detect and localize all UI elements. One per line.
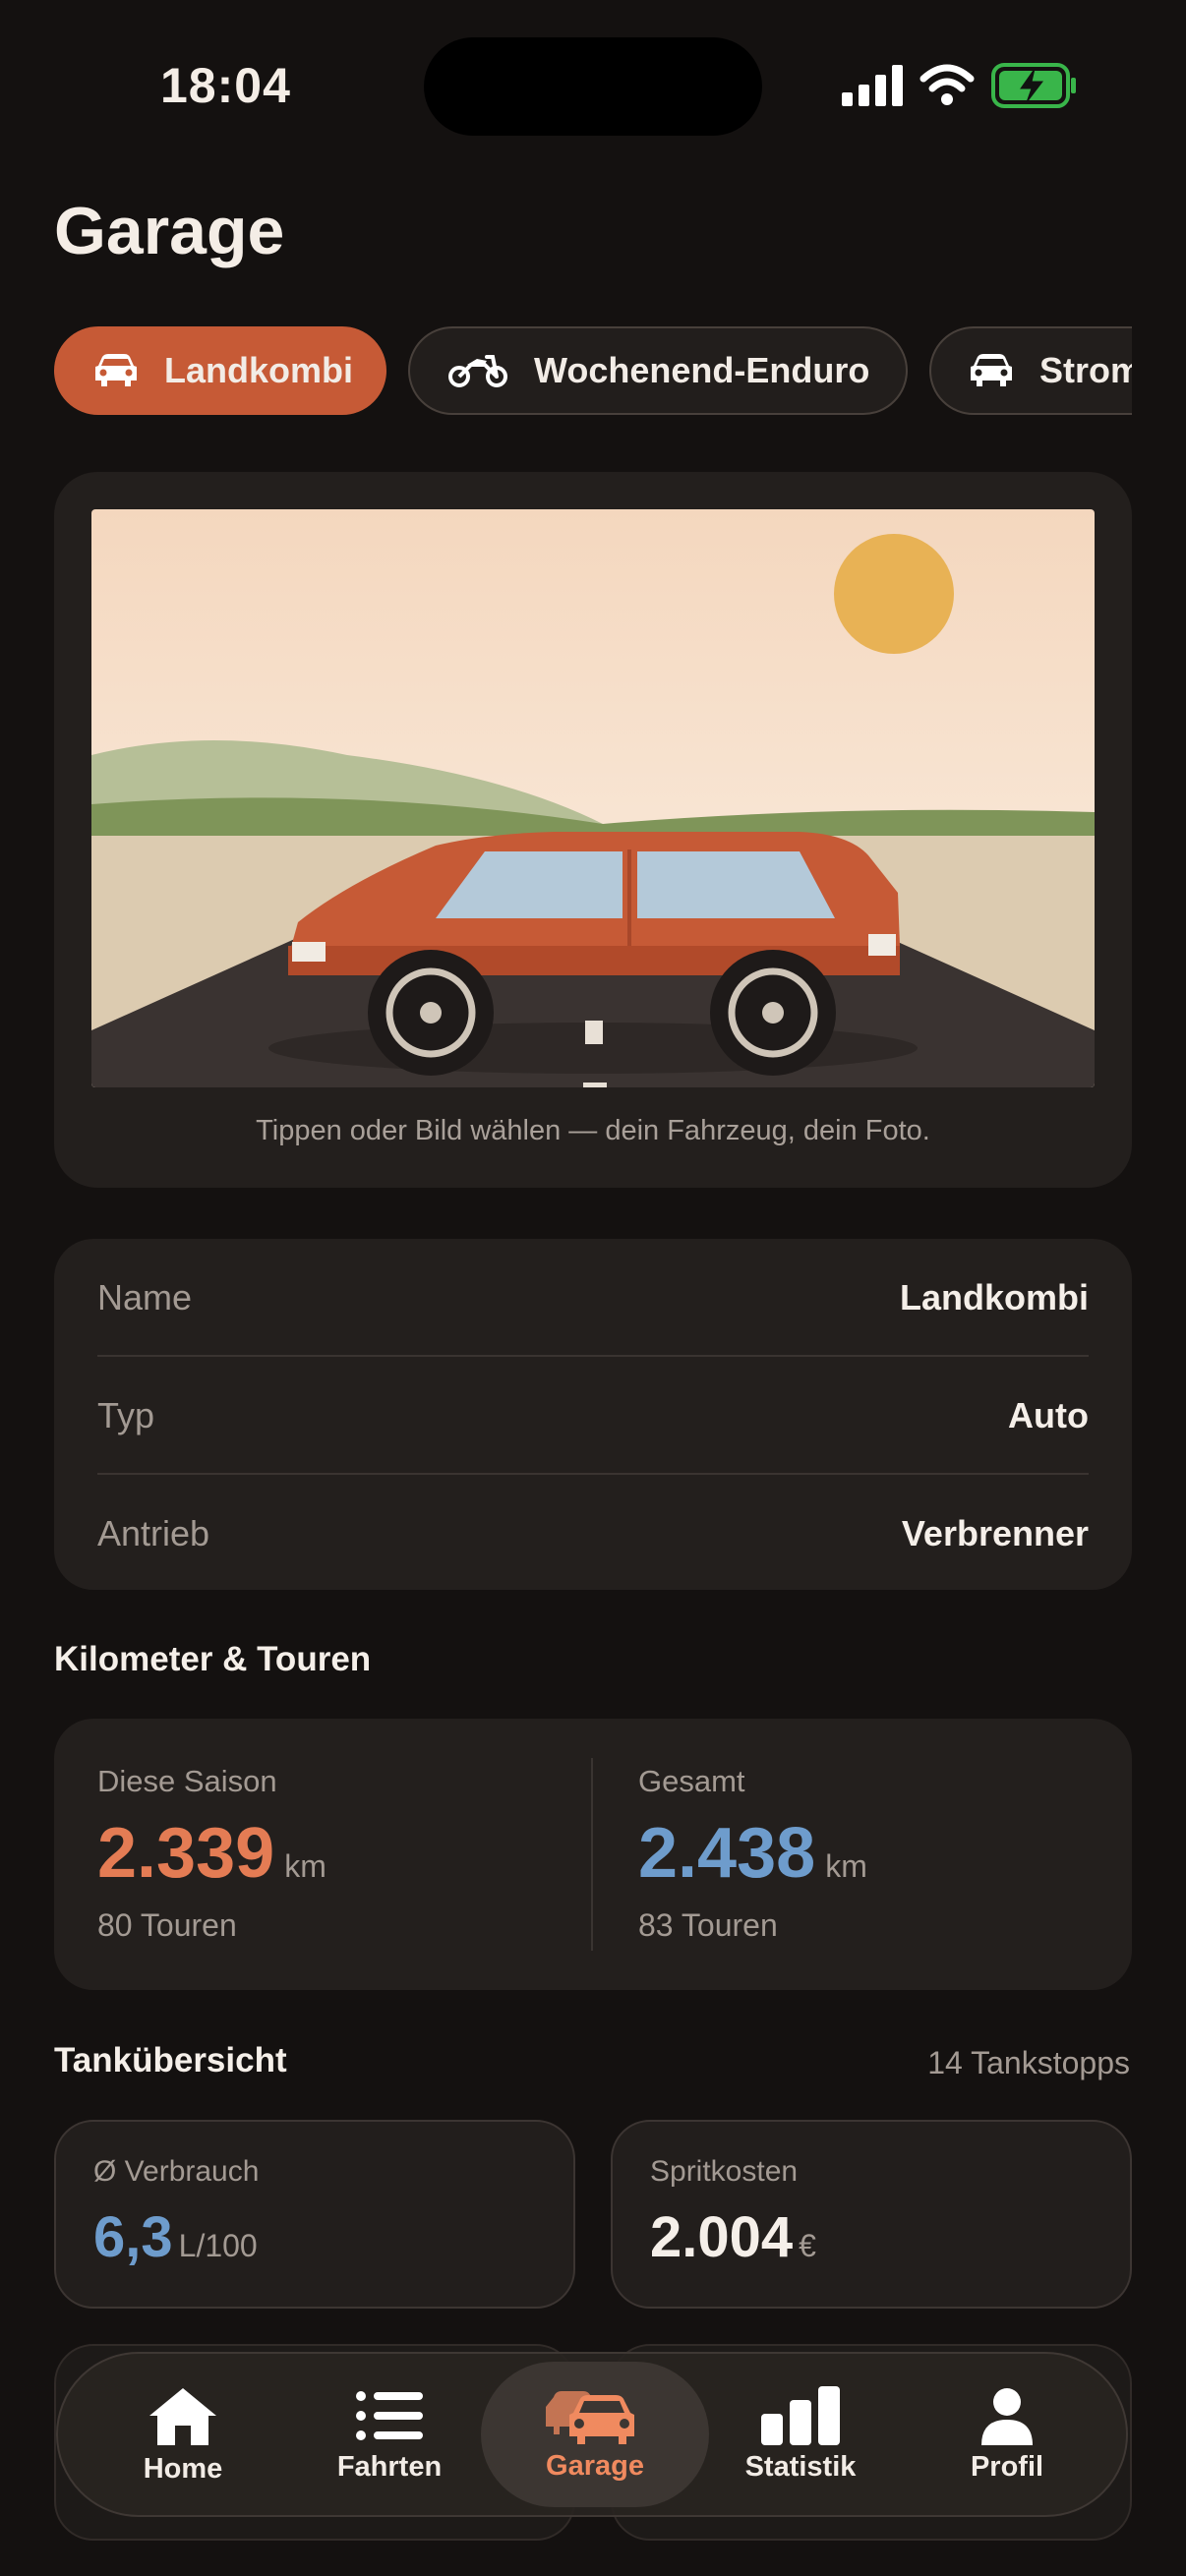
- detail-value: Verbrenner: [901, 1513, 1089, 1553]
- detail-label: Typ: [97, 1395, 155, 1435]
- car-icon: [971, 354, 1012, 386]
- detail-label: Antrieb: [97, 1513, 210, 1553]
- vehicle-chip-landkombi[interactable]: Landkombi: [54, 326, 386, 415]
- photo-caption: Tippen oder Bild wählen — dein Fahrzeug,…: [256, 1115, 930, 1146]
- status-time: 18:04: [160, 58, 291, 113]
- consumption: 6,3 L/100: [93, 2204, 258, 2270]
- vehicle-details-card: Name Landkombi Typ Auto Antrieb Verbrenn…: [54, 1239, 1132, 1590]
- tab-profil[interactable]: Profil: [904, 2354, 1110, 2515]
- season-km-unit: km: [284, 1848, 326, 1884]
- detail-value: Auto: [1008, 1395, 1089, 1435]
- consumption-label: Ø Verbrauch: [93, 2155, 260, 2188]
- detail-value: Landkombi: [899, 1277, 1089, 1317]
- detail-row-name[interactable]: Name Landkombi: [97, 1239, 1089, 1357]
- tab-home[interactable]: Home: [80, 2354, 286, 2515]
- consumption-value: 6,3: [93, 2205, 173, 2269]
- total-km-unit: km: [825, 1848, 867, 1884]
- divider: [591, 1758, 593, 1951]
- total-km-value: 2.438: [638, 1814, 816, 1893]
- tab-statistik[interactable]: Statistik: [697, 2354, 904, 2515]
- tab-label: Profil: [970, 2450, 1044, 2483]
- list-icon: [356, 2390, 423, 2440]
- car-icon: [95, 354, 137, 386]
- season-label: Diese Saison: [97, 1764, 277, 1798]
- total-label: Gesamt: [638, 1764, 745, 1798]
- total-km: 2.438 km: [638, 1813, 867, 1894]
- tab-label: Garage: [546, 2449, 644, 2482]
- consumption-card[interactable]: Ø Verbrauch 6,3 L/100: [54, 2120, 575, 2309]
- signal-icon: [842, 65, 903, 106]
- fuel-costs-label: Spritkosten: [650, 2155, 799, 2188]
- detail-row-antrieb[interactable]: Antrieb Verbrenner: [97, 1475, 1089, 1593]
- tab-bar: Home Fahrten Garage Statistik Profil: [56, 2352, 1128, 2517]
- detail-label: Name: [97, 1277, 193, 1317]
- tab-label: Statistik: [744, 2450, 857, 2483]
- tab-label: Home: [143, 2452, 223, 2485]
- vehicle-chip-label: Landkombi: [164, 350, 354, 390]
- vehicle-chip-label: Strom: [1039, 350, 1132, 390]
- total-tours: 83 Touren: [638, 1907, 778, 1943]
- tab-fahrten[interactable]: Fahrten: [286, 2354, 493, 2515]
- vehicle-selector: Landkombi Wochenend-Enduro Strom: [54, 326, 1132, 419]
- person-icon: [981, 2387, 1033, 2445]
- fuel-section-title: Tankübersicht: [54, 2041, 287, 2079]
- fuel-costs-card[interactable]: Spritkosten 2.004 €: [611, 2120, 1132, 2309]
- vehicle-illustration[interactable]: [91, 509, 1095, 1087]
- sun: [834, 534, 954, 654]
- season-km: 2.339 km: [97, 1813, 326, 1894]
- fuel-stops-count: 14 Tankstopps: [927, 2045, 1130, 2080]
- fuel-costs-unit: €: [799, 2228, 816, 2263]
- consumption-unit: L/100: [178, 2228, 258, 2263]
- km-card: Diese Saison 2.339 km 80 Touren Gesamt 2.…: [54, 1719, 1132, 1990]
- vehicle-chip-label: Wochenend-Enduro: [534, 350, 870, 390]
- tab-label: Fahrten: [336, 2450, 443, 2483]
- fuel-costs: 2.004 €: [650, 2204, 816, 2270]
- page-title: Garage: [54, 194, 285, 268]
- season-km-value: 2.339: [97, 1814, 275, 1893]
- km-section-title: Kilometer & Touren: [54, 1640, 372, 1678]
- season-tours: 80 Touren: [97, 1907, 237, 1943]
- garage-icon: [546, 2390, 634, 2444]
- tab-garage[interactable]: Garage: [481, 2362, 709, 2507]
- dynamic-island: [424, 37, 762, 136]
- fuel-costs-value: 2.004: [650, 2205, 794, 2269]
- vehicle-chip-wochenend-enduro[interactable]: Wochenend-Enduro: [408, 326, 908, 415]
- home-icon: [149, 2387, 216, 2445]
- battery-charging-icon: [991, 63, 1076, 108]
- bar-chart-icon: [761, 2385, 840, 2445]
- wifi-icon: [919, 64, 975, 105]
- detail-row-typ[interactable]: Typ Auto: [97, 1357, 1089, 1475]
- vehicle-chip-strom[interactable]: Strom: [929, 326, 1132, 415]
- motorcycle-icon: [448, 355, 507, 387]
